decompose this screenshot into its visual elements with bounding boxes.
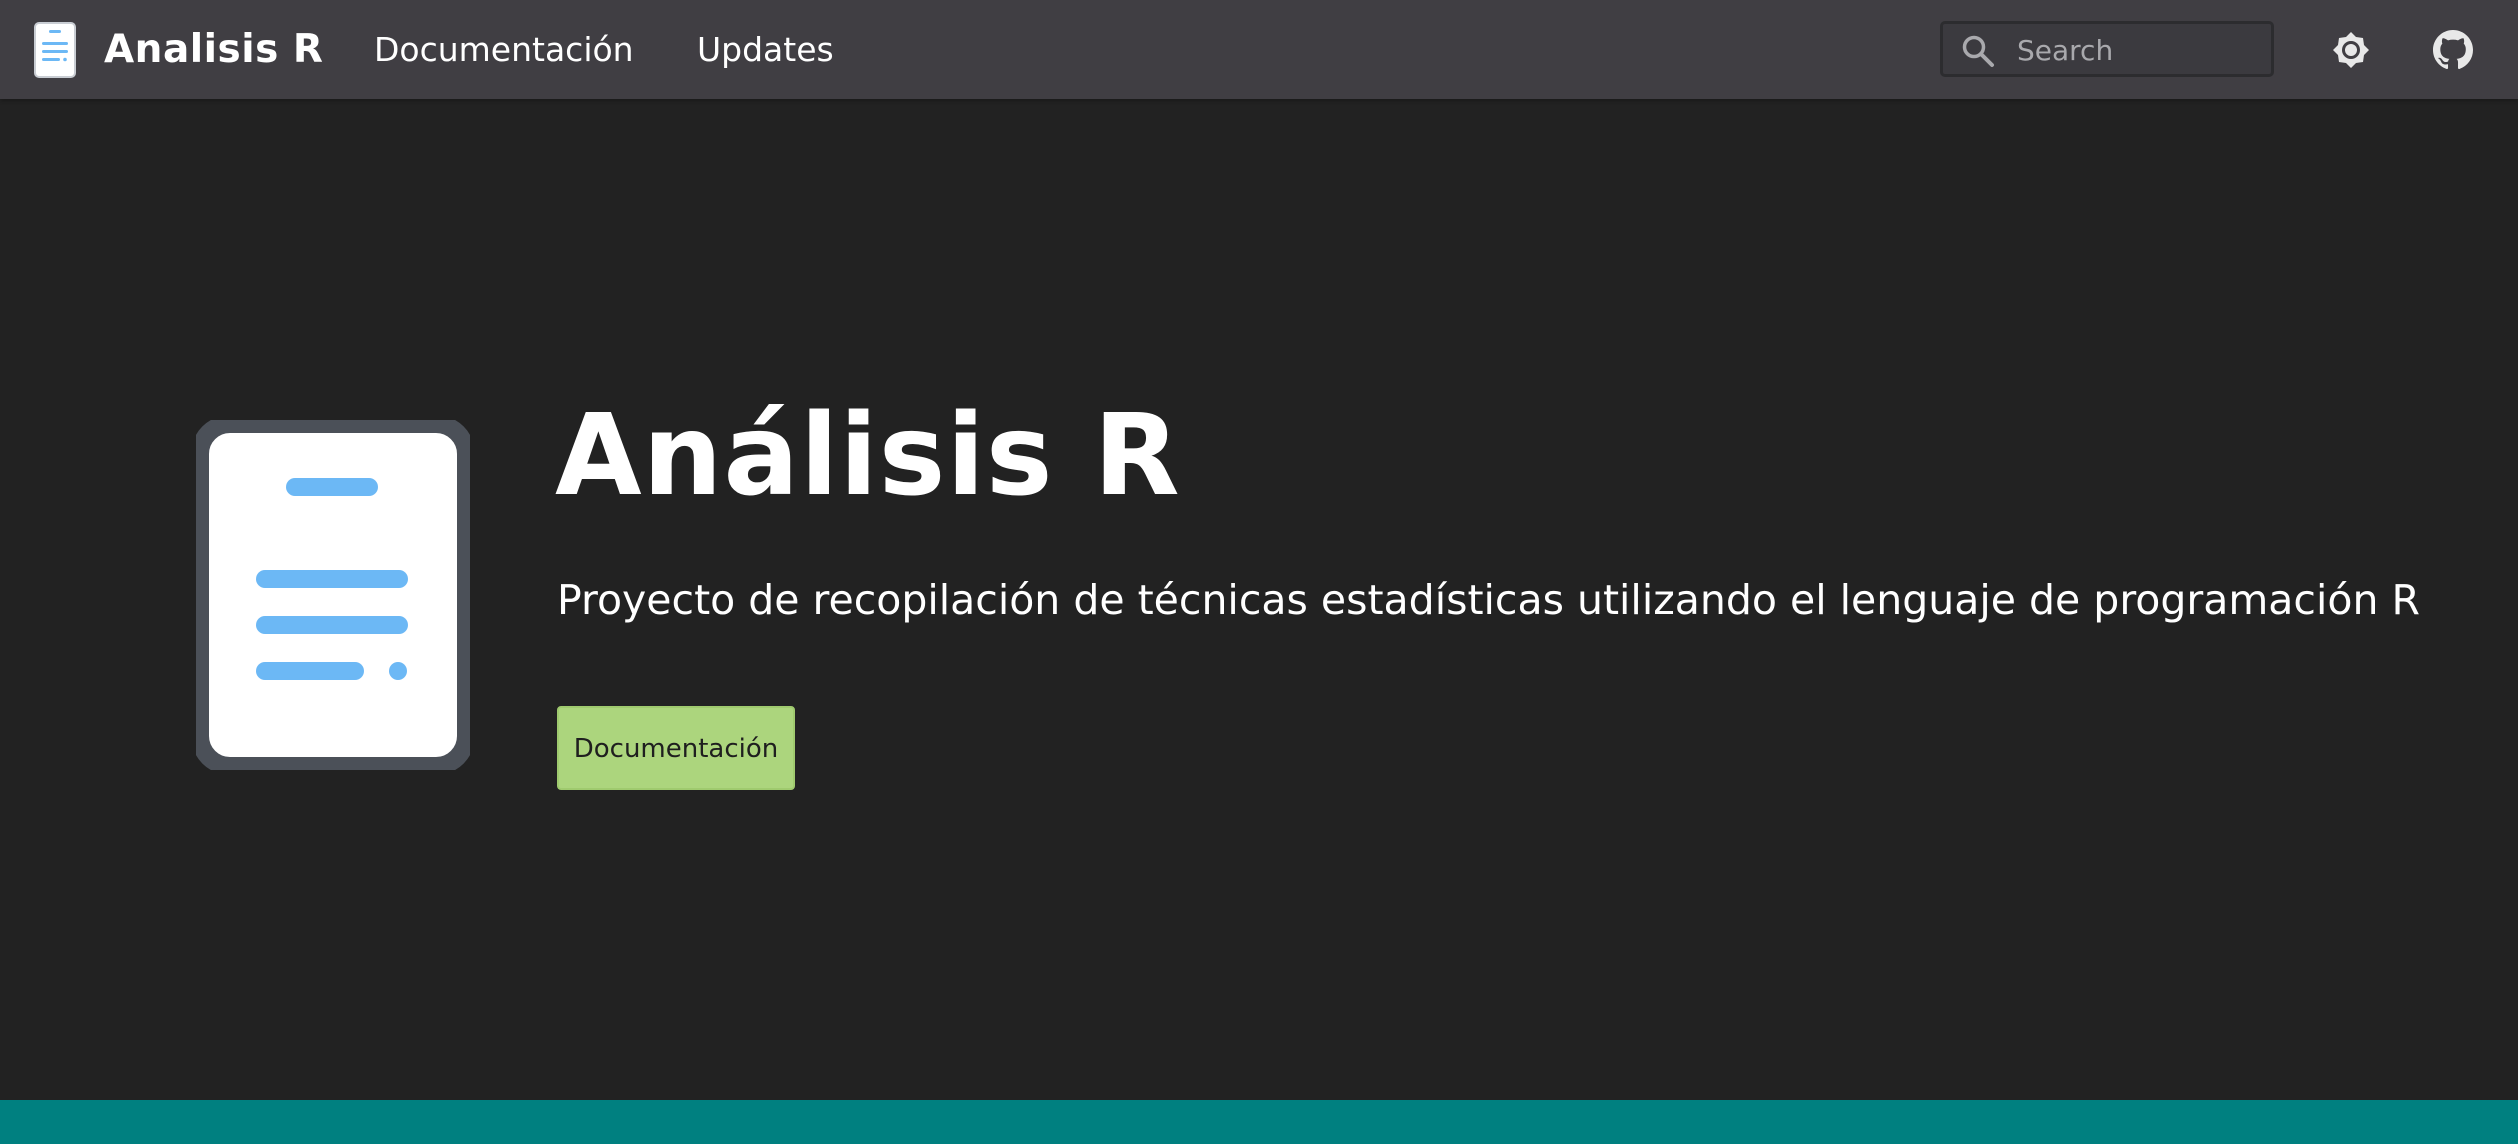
hero-subtitle: Proyecto de recopilación de técnicas est… bbox=[557, 576, 2420, 624]
document-icon bbox=[34, 22, 76, 78]
nav-link-updates[interactable]: Updates bbox=[697, 22, 834, 78]
footer-band bbox=[0, 1100, 2518, 1144]
top-navbar: Analisis R Documentación Updates bbox=[0, 0, 2518, 99]
brightness-icon[interactable] bbox=[2331, 30, 2371, 70]
document-icon bbox=[196, 420, 470, 770]
hero-title: Análisis R bbox=[555, 391, 1181, 521]
documentation-button[interactable]: Documentación bbox=[557, 706, 795, 790]
search-box[interactable] bbox=[1940, 21, 2274, 77]
github-icon[interactable] bbox=[2433, 30, 2473, 70]
nav-link-documentacion[interactable]: Documentación bbox=[374, 22, 634, 78]
search-input[interactable] bbox=[2017, 28, 2267, 72]
brand-title: Analisis R bbox=[104, 27, 324, 72]
search-icon bbox=[1962, 35, 1994, 67]
